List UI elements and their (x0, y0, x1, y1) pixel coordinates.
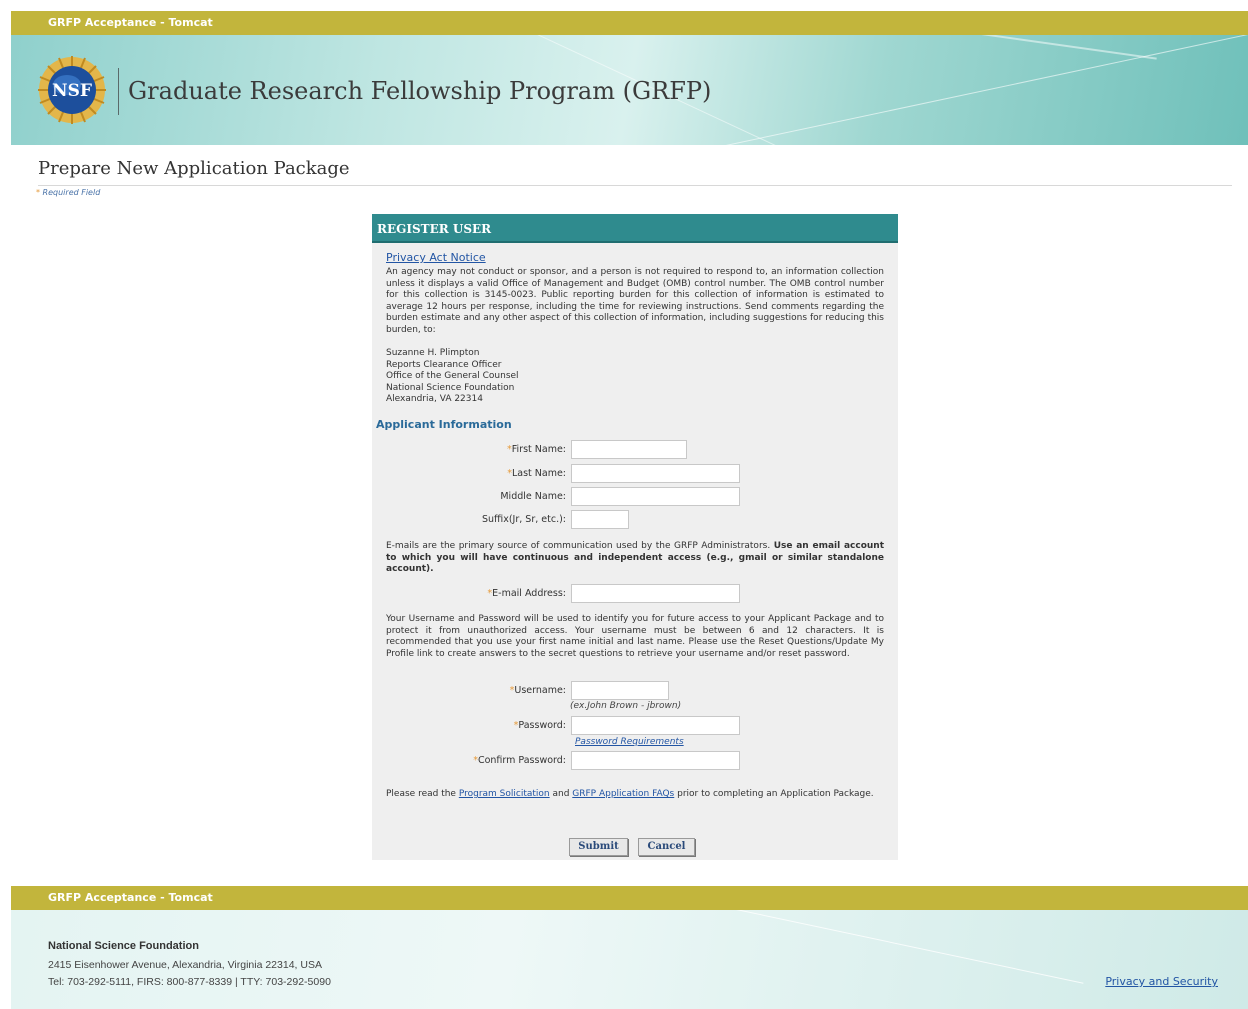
username-hint: (ex.John Brown - jbrown) (570, 701, 682, 711)
privacy-act-notice-link[interactable]: Privacy Act Notice (386, 251, 486, 264)
first-name-label: *First Name: (507, 444, 566, 455)
privacy-act-text: An agency may not conduct or sponsor, an… (386, 267, 884, 335)
suffix-input[interactable] (571, 510, 629, 529)
username-label: *Username: (509, 685, 566, 696)
footer-environment-label: GRFP Acceptance - Tomcat (48, 891, 213, 904)
email-instructions: E-mails are the primary source of commun… (386, 541, 884, 575)
logo-divider (118, 68, 119, 115)
required-star-icon: * (36, 188, 40, 197)
applicant-information-heading: Applicant Information (376, 418, 512, 431)
password-label: *Password: (513, 720, 566, 731)
footer-environment-bar: GRFP Acceptance - Tomcat (11, 886, 1248, 910)
last-name-input[interactable] (571, 464, 740, 483)
svg-text:NSF: NSF (52, 81, 92, 101)
password-input[interactable] (571, 716, 740, 735)
panel-header: REGISTER USER (372, 214, 898, 243)
register-user-panel: REGISTER USER Privacy Act Notice An agen… (372, 214, 898, 860)
program-solicitation-link[interactable]: Program Solicitation (459, 789, 550, 799)
page-title: Prepare New Application Package (38, 158, 350, 179)
last-name-label: *Last Name: (507, 468, 566, 479)
page-divider (38, 185, 1232, 186)
footer-org-name: National Science Foundation (48, 940, 199, 952)
username-input[interactable] (571, 681, 669, 700)
email-label: *E-mail Address: (487, 588, 566, 599)
username-instructions: Your Username and Password will be used … (386, 614, 884, 659)
privacy-security-link[interactable]: Privacy and Security (1105, 975, 1218, 988)
middle-name-input[interactable] (571, 487, 740, 506)
confirm-password-label: *Confirm Password: (473, 755, 566, 766)
read-documents-note: Please read the Program Solicitation and… (386, 789, 874, 799)
cancel-button[interactable]: Cancel (638, 838, 695, 856)
confirm-password-input[interactable] (571, 751, 740, 770)
footer-address: 2415 Eisenhower Avenue, Alexandria, Virg… (48, 959, 322, 971)
password-requirements-link[interactable]: Password Requirements (575, 737, 684, 747)
suffix-label: Suffix(Jr, Sr, etc.): (481, 514, 566, 525)
submit-button[interactable]: Submit (569, 838, 628, 856)
environment-label: GRFP Acceptance - Tomcat (48, 16, 213, 29)
panel-header-title: REGISTER USER (377, 222, 492, 236)
environment-bar: GRFP Acceptance - Tomcat (11, 11, 1248, 35)
clearance-officer-address: Suzanne H. Plimpton Reports Clearance Of… (386, 348, 519, 405)
site-footer: National Science Foundation 2415 Eisenho… (11, 910, 1248, 1009)
middle-name-label: Middle Name: (500, 491, 566, 502)
required-field-note: * Required Field (36, 188, 101, 197)
nsf-logo-icon[interactable]: NSF (37, 55, 107, 125)
site-header: NSF Graduate Research Fellowship Program… (11, 35, 1248, 145)
site-title: Graduate Research Fellowship Program (GR… (128, 77, 712, 105)
first-name-input[interactable] (571, 440, 687, 459)
footer-phone: Tel: 703-292-5111, FIRS: 800-877-8339 | … (48, 976, 331, 988)
email-input[interactable] (571, 584, 740, 603)
grfp-faqs-link[interactable]: GRFP Application FAQs (572, 789, 674, 799)
